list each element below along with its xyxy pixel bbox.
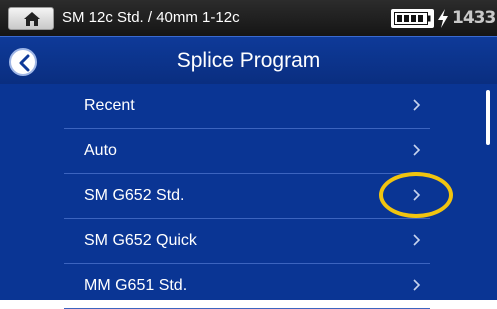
list-item-label: Recent [84, 97, 135, 114]
list-scrollbar[interactable] [486, 90, 490, 145]
battery-indicator [391, 9, 434, 28]
list-item-mm-g651-std[interactable]: MM G651 Std. [64, 264, 430, 309]
list-item-label: MM G651 Std. [84, 277, 188, 294]
page-title: Splice Program [176, 49, 321, 72]
charging-bolt-icon [438, 9, 448, 28]
list-item-label: SM G652 Std. [84, 187, 185, 204]
home-icon [24, 12, 40, 26]
list-item-sm-g652-quick[interactable]: SM G652 Quick [64, 219, 430, 264]
list-item-auto[interactable]: Auto [64, 129, 430, 174]
list-item-label: SM G652 Quick [84, 232, 197, 249]
chevron-right-icon [413, 279, 421, 291]
program-name: SM 12c Std. / 40mm 1-12c [62, 9, 240, 26]
page-header: Splice Program [0, 36, 497, 84]
battery-icon [394, 12, 431, 25]
chevron-right-icon [413, 234, 421, 246]
highlight-circle [379, 172, 453, 218]
list-item-sm-g652-std[interactable]: SM G652 Std. [64, 174, 430, 219]
status-bar: SM 12c Std. / 40mm 1-12c 1433 [0, 0, 497, 36]
clock: 1433 [452, 8, 496, 28]
list-item-recent[interactable]: Recent [64, 84, 430, 129]
list-item-label: Auto [84, 142, 117, 159]
home-button[interactable] [8, 7, 54, 30]
splicer-screen: SM 12c Std. / 40mm 1-12c 1433 Splice Pro… [0, 0, 497, 309]
chevron-right-icon [413, 144, 421, 156]
chevron-right-icon [413, 99, 421, 111]
